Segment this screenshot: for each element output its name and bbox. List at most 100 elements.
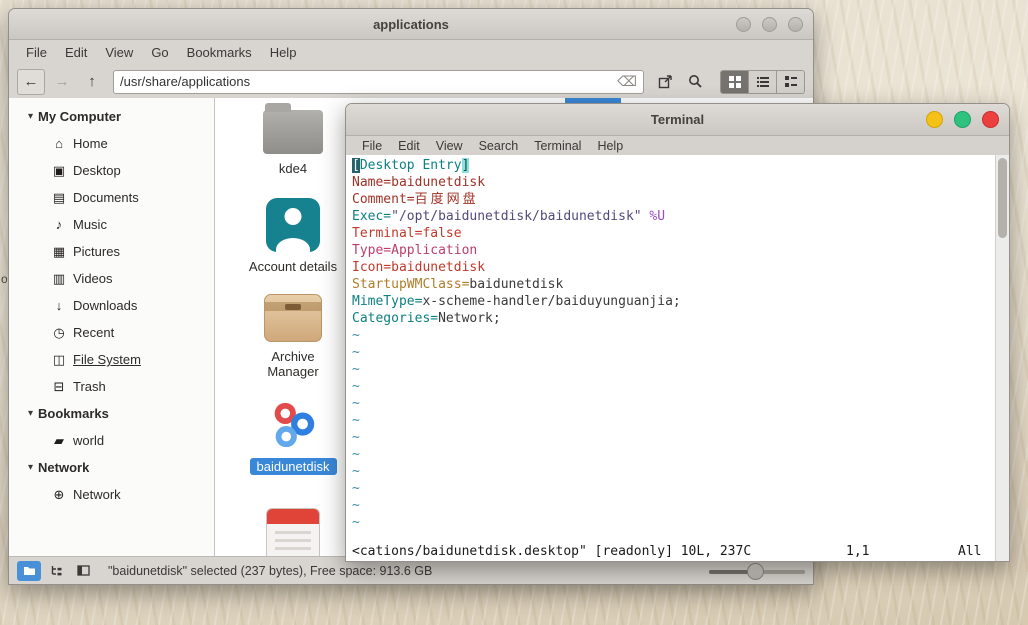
terminal-menu-edit[interactable]: Edit bbox=[390, 138, 428, 154]
fm-menu-edit[interactable]: Edit bbox=[56, 42, 96, 63]
sidebar-item-network[interactable]: ⊕ Network bbox=[9, 481, 214, 508]
places-pane-button[interactable] bbox=[17, 560, 41, 581]
maximize-button[interactable] bbox=[954, 111, 971, 128]
up-arrow-icon: ↑ bbox=[88, 73, 96, 90]
file-label: baidunetdisk bbox=[249, 458, 337, 475]
fm-menu-help[interactable]: Help bbox=[261, 42, 306, 63]
icon-view-button[interactable] bbox=[721, 70, 748, 93]
maximize-button[interactable] bbox=[762, 16, 777, 32]
open-in-new-tab-button[interactable] bbox=[652, 70, 678, 94]
zoom-slider[interactable] bbox=[709, 562, 805, 580]
collapse-triangle-icon: ▾ bbox=[28, 408, 34, 419]
sidebar-item-world[interactable]: ▰ world bbox=[9, 427, 214, 454]
recent-icon: ◷ bbox=[53, 324, 65, 340]
terminal-menu-view[interactable]: View bbox=[428, 138, 471, 154]
fm-menu-file[interactable]: File bbox=[17, 42, 56, 63]
archive-icon bbox=[264, 294, 322, 342]
sidebar-item-trash[interactable]: ⊟ Trash bbox=[9, 373, 214, 400]
sidebar-section-my-computer[interactable]: ▾ My Computer bbox=[9, 103, 214, 130]
file-manager-titlebar[interactable]: applications bbox=[9, 9, 813, 40]
path-text: /usr/share/applications bbox=[120, 74, 251, 89]
baidu-icon bbox=[266, 398, 320, 452]
compact-view-button[interactable] bbox=[748, 70, 776, 93]
vim-buffer: [Desktop Entry] Name=baidunetdisk Comment=… bbox=[352, 157, 993, 531]
zoom-slider-handle[interactable] bbox=[747, 562, 764, 580]
fm-menu-bookmarks[interactable]: Bookmarks bbox=[178, 42, 261, 63]
collapse-triangle-icon: ▾ bbox=[28, 462, 34, 473]
sidebar-item-downloads[interactable]: ↓ Downloads bbox=[9, 292, 214, 319]
directory-tree-button[interactable] bbox=[44, 561, 68, 581]
terminal-tilde-line: ~ bbox=[352, 379, 360, 394]
sidebar-item-file-system[interactable]: ◫ File System bbox=[9, 346, 214, 373]
minimize-button[interactable] bbox=[926, 111, 943, 128]
file-label: kde4 bbox=[278, 161, 308, 176]
terminal-menu-search[interactable]: Search bbox=[471, 138, 527, 154]
terminal-line: [Desktop Entry] bbox=[352, 158, 470, 173]
sidebar-item-desktop[interactable]: ▣ Desktop bbox=[9, 157, 214, 184]
file-item-kde4[interactable]: kde4 bbox=[238, 101, 348, 178]
detailed-view-button[interactable] bbox=[776, 70, 804, 93]
sidebar-item-recent[interactable]: ◷ Recent bbox=[9, 319, 214, 346]
hide-panel-button[interactable] bbox=[71, 561, 95, 581]
terminal-line: Type=Application bbox=[352, 243, 478, 258]
icon-view-icon bbox=[728, 75, 741, 88]
terminal-titlebar[interactable]: Terminal bbox=[346, 104, 1009, 136]
desktop-icon-label-fragment: o bbox=[1, 272, 8, 286]
forward-arrow-icon: → bbox=[54, 73, 70, 90]
sidebar-item-documents[interactable]: ▤ Documents bbox=[9, 184, 214, 211]
terminal-scrollbar-thumb[interactable] bbox=[998, 158, 1007, 238]
file-item-baidunetdisk[interactable]: baidunetdisk bbox=[238, 398, 348, 476]
sidebar-item-music[interactable]: ♪ Music bbox=[9, 211, 214, 238]
file-item-account-details[interactable]: Account details bbox=[238, 198, 348, 276]
path-bar[interactable]: /usr/share/applications ⌫ bbox=[113, 69, 644, 94]
tree-icon bbox=[51, 566, 61, 576]
sidebar-item-home[interactable]: ⌂ Home bbox=[9, 130, 214, 157]
sidebar-section-network[interactable]: ▾ Network bbox=[9, 454, 214, 481]
file-label: Account details bbox=[248, 259, 338, 274]
terminal-menu-help[interactable]: Help bbox=[589, 138, 631, 154]
file-item-calendar[interactable] bbox=[238, 508, 348, 556]
terminal-line: MimeType=x-scheme-handler/baiduyunguanji… bbox=[352, 294, 681, 309]
terminal-menubar: File Edit View Search Terminal Help bbox=[346, 136, 1009, 156]
terminal-scrollbar[interactable] bbox=[995, 155, 1009, 561]
fm-menu-go[interactable]: Go bbox=[142, 42, 177, 63]
places-folder-icon bbox=[23, 567, 35, 575]
terminal-line: Categories=Network; bbox=[352, 311, 501, 326]
sidebar-item-videos[interactable]: ▥ Videos bbox=[9, 265, 214, 292]
terminal-menu-file[interactable]: File bbox=[354, 138, 390, 154]
network-icon: ⊕ bbox=[53, 486, 65, 502]
close-button[interactable] bbox=[982, 111, 999, 128]
terminal-tilde-line: ~ bbox=[352, 464, 360, 479]
vim-status-filename: <cations/baidunetdisk.desktop" [readonly… bbox=[352, 544, 752, 559]
file-manager-toolbar: ← → ↑ /usr/share/applications ⌫ bbox=[9, 65, 813, 99]
vim-status-line: <cations/baidunetdisk.desktop" [readonly… bbox=[346, 543, 1009, 560]
sidebar-section-bookmarks[interactable]: ▾ Bookmarks bbox=[9, 400, 214, 427]
close-button[interactable] bbox=[788, 16, 803, 32]
forward-button[interactable]: → bbox=[49, 70, 75, 94]
terminal-content[interactable]: [Desktop Entry] Name=baidunetdisk Comment=… bbox=[346, 155, 1009, 561]
search-button[interactable] bbox=[682, 70, 708, 94]
trash-icon: ⊟ bbox=[53, 378, 65, 394]
terminal-line: StartupWMClass=baidunetdisk bbox=[352, 277, 564, 292]
videos-icon: ▥ bbox=[52, 270, 66, 286]
pictures-icon: ▦ bbox=[52, 243, 66, 259]
file-label: Archive Manager bbox=[267, 349, 319, 379]
calendar-icon bbox=[266, 508, 320, 556]
up-button[interactable]: ↑ bbox=[79, 70, 105, 94]
desktop-icon: ▣ bbox=[52, 162, 66, 178]
clear-path-icon[interactable]: ⌫ bbox=[617, 73, 637, 90]
home-icon: ⌂ bbox=[55, 136, 63, 151]
minimize-button[interactable] bbox=[736, 16, 751, 32]
terminal-menu-terminal[interactable]: Terminal bbox=[526, 138, 589, 154]
file-item-archive-manager[interactable]: Archive Manager bbox=[238, 294, 348, 381]
detailed-view-icon bbox=[784, 75, 797, 87]
terminal-tilde-line: ~ bbox=[352, 396, 360, 411]
sidebar: ▾ My Computer ⌂ Home ▣ Desktop ▤ Documents ♪ Musi… bbox=[9, 98, 215, 556]
terminal-window-buttons bbox=[926, 104, 999, 135]
folder-icon bbox=[263, 103, 323, 154]
status-text: "baidunetdisk" selected (237 bytes), Fre… bbox=[108, 563, 433, 578]
fm-menu-view[interactable]: View bbox=[96, 42, 142, 63]
downloads-icon: ↓ bbox=[55, 298, 63, 313]
back-button[interactable]: ← bbox=[17, 68, 45, 95]
sidebar-item-pictures[interactable]: ▦ Pictures bbox=[9, 238, 214, 265]
